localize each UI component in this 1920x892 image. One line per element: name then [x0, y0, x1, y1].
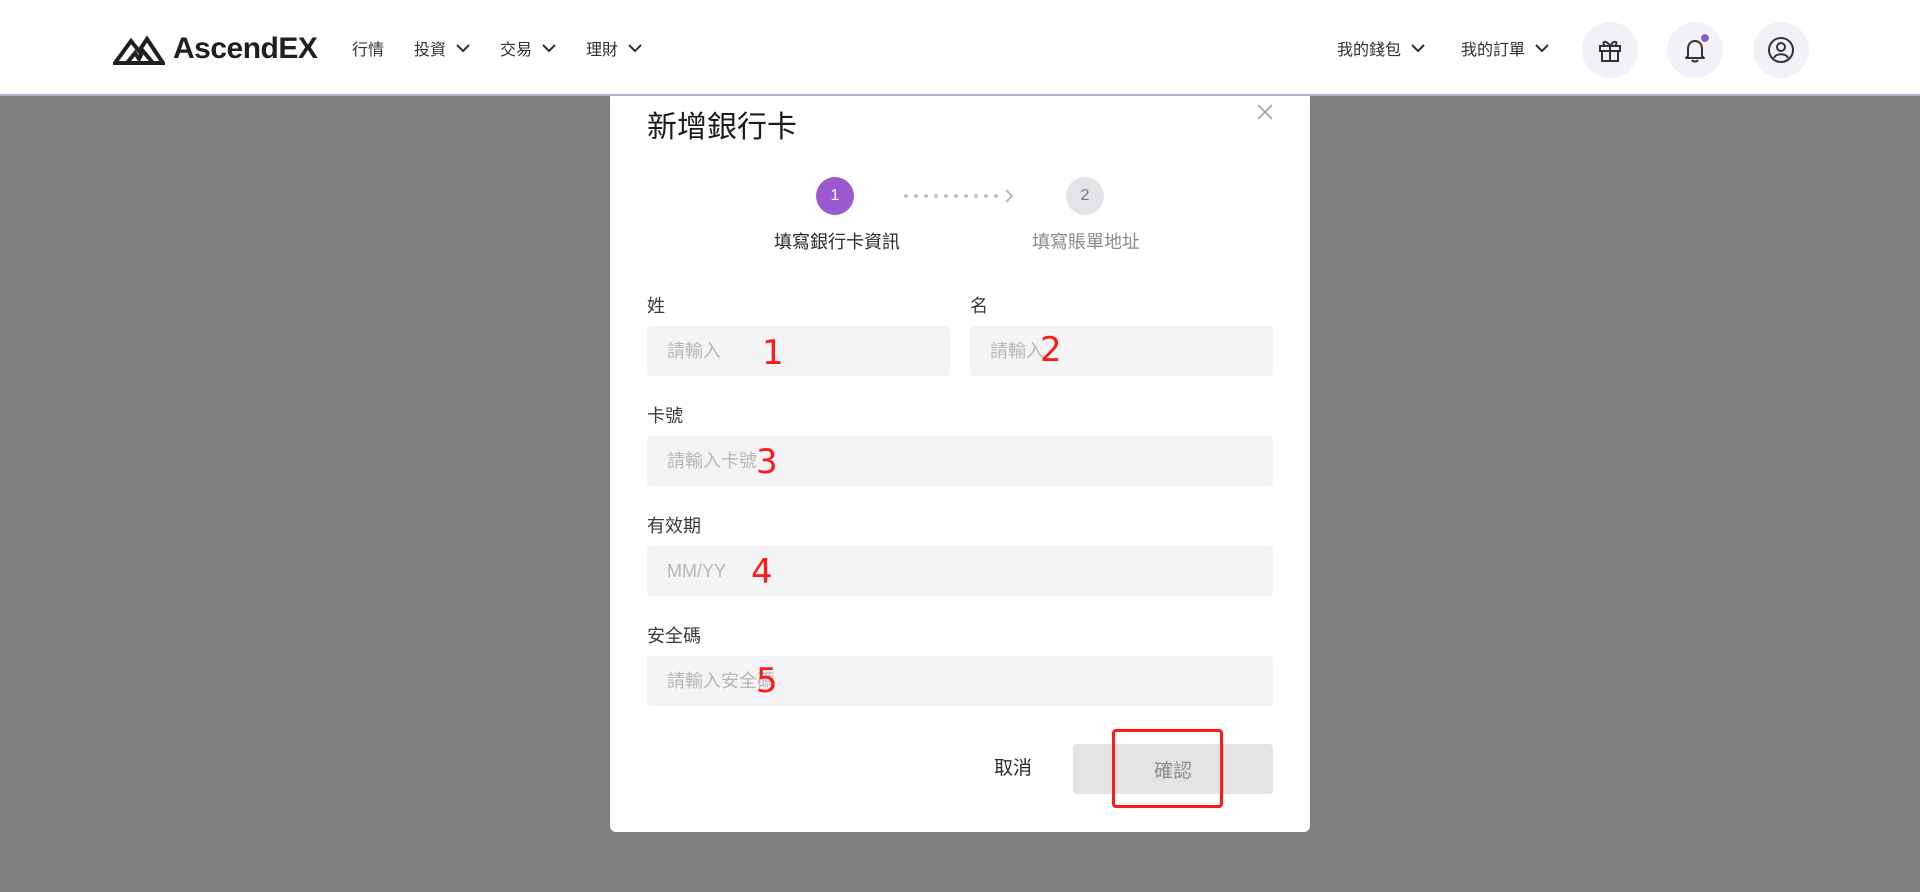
chevron-down-icon: [542, 44, 556, 53]
confirm-button[interactable]: 確認: [1073, 744, 1273, 794]
cvv-input[interactable]: [647, 656, 1273, 706]
wallet-menu-label: 我的錢包: [1337, 42, 1402, 59]
account-menu: 我的錢包 我的訂單: [1337, 36, 1549, 60]
profile-button[interactable]: [1753, 22, 1809, 78]
step-2-indicator: 2: [1066, 177, 1104, 215]
cancel-button[interactable]: 取消: [968, 746, 1058, 786]
notifications-button[interactable]: [1667, 22, 1723, 78]
nav-item-market[interactable]: 行情: [352, 36, 384, 60]
cvv-label: 安全碼: [647, 626, 701, 646]
orders-menu[interactable]: 我的訂單: [1461, 36, 1549, 60]
dialog-title: 新增銀行卡: [647, 111, 797, 144]
step-1-indicator: 1: [816, 177, 854, 215]
add-bank-card-dialog: 新增銀行卡 1 2 填寫銀行卡資訊 填寫賬單地址 姓 名 卡號 有效期 安全碼 …: [610, 96, 1310, 832]
nav-item-label: 交易: [500, 42, 533, 59]
last-name-label: 姓: [647, 296, 665, 316]
nav-item-invest[interactable]: 投資: [414, 36, 470, 60]
chevron-down-icon: [1411, 44, 1425, 53]
nav-item-label: 理財: [586, 42, 619, 59]
user-icon: [1768, 37, 1794, 63]
expiry-input[interactable]: [647, 546, 1273, 596]
notification-dot: [1699, 32, 1711, 44]
gift-button[interactable]: [1582, 22, 1638, 78]
nav-item-trade[interactable]: 交易: [500, 36, 556, 60]
last-name-input[interactable]: [647, 326, 950, 376]
top-navigation-bar: AscendEX 行情 投資 交易 理財 我的錢包 我的訂單: [0, 0, 1920, 96]
wallet-menu[interactable]: 我的錢包: [1337, 36, 1425, 60]
first-name-input[interactable]: [970, 326, 1273, 376]
main-nav: 行情 投資 交易 理財: [352, 36, 642, 60]
chevron-down-icon: [628, 44, 642, 53]
nav-item-label: 投資: [414, 42, 447, 59]
nav-item-earn[interactable]: 理財: [586, 36, 642, 60]
gift-icon: [1599, 40, 1621, 62]
chevron-down-icon: [456, 44, 470, 53]
close-icon[interactable]: [1253, 100, 1277, 124]
step-1-label: 填寫銀行卡資訊: [774, 232, 900, 252]
card-number-input[interactable]: [647, 436, 1273, 486]
logo-mark-icon: [113, 35, 165, 65]
brand-name: AscendEX: [173, 32, 318, 65]
step-2-label: 填寫賬單地址: [1032, 232, 1140, 252]
nav-item-label: 行情: [352, 42, 385, 59]
expiry-label: 有效期: [647, 516, 701, 536]
ascendex-logo[interactable]: AscendEX: [113, 32, 318, 66]
chevron-down-icon: [1535, 44, 1549, 53]
step-connector-arrow: [904, 189, 1014, 203]
orders-menu-label: 我的訂單: [1461, 42, 1526, 59]
card-number-label: 卡號: [647, 406, 683, 426]
first-name-label: 名: [970, 296, 988, 316]
